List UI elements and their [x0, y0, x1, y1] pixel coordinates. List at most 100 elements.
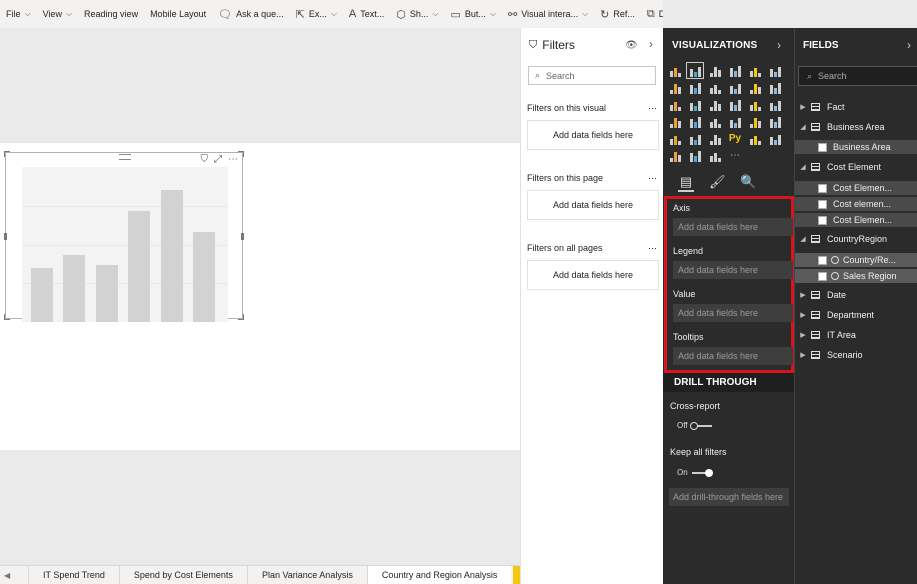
waterfall-icon[interactable]: [668, 98, 682, 111]
field-checkbox[interactable]: [818, 199, 827, 209]
toolbar-item-duplicate-this[interactable]: ⧉Duplicate this...: [641, 0, 663, 28]
collapsed-chevron-icon[interactable]: ▶: [797, 103, 809, 111]
field-well-drop-zone[interactable]: Add data fields here: [673, 261, 793, 279]
more-visuals-icon[interactable]: ⋯: [728, 149, 742, 162]
filled-map-icon[interactable]: [688, 115, 702, 128]
field-table-fact[interactable]: ▶ Fact: [795, 100, 917, 114]
filters-search-input[interactable]: ⌕ Search: [528, 66, 656, 85]
resize-handle-top-right[interactable]: [238, 151, 244, 157]
matrix-icon[interactable]: [708, 132, 722, 145]
chart-bar[interactable]: [128, 210, 151, 322]
scatter-icon[interactable]: [688, 98, 702, 111]
collapsed-chevron-icon[interactable]: ▶: [797, 351, 809, 359]
toolbar-item-ex[interactable]: ⇱ Ex... ⌵: [290, 0, 343, 28]
kpi-icon[interactable]: [768, 115, 782, 128]
tab-page-3[interactable]: Plan Variance Analysis: [246, 566, 367, 584]
chart-bar[interactable]: [30, 267, 53, 322]
globe-icon[interactable]: [688, 149, 702, 162]
field-item[interactable]: Cost Elemen...: [795, 181, 917, 195]
treemap-icon[interactable]: [768, 98, 782, 111]
filter-drop-zone[interactable]: Add data fields here: [527, 120, 659, 150]
multi-row-card-icon[interactable]: [748, 115, 762, 128]
clustered-bar-icon[interactable]: [708, 64, 722, 77]
keep-all-filters-toggle[interactable]: On: [677, 468, 713, 477]
toolbar-item-but[interactable]: ▭ But... ⌵: [444, 0, 502, 28]
report-page[interactable]: ⛉ ⤢ ⋯: [0, 143, 520, 450]
clustered-column-icon[interactable]: [728, 64, 742, 77]
slicer-icon[interactable]: [668, 132, 682, 145]
fields-search-input[interactable]: ⌕ Search: [798, 66, 917, 86]
column-chart-visual[interactable]: ⛉ ⤢ ⋯: [4, 151, 244, 322]
expanded-chevron-icon[interactable]: ◢: [797, 163, 809, 171]
power-apps-icon[interactable]: [708, 149, 722, 162]
expanded-chevron-icon[interactable]: ◢: [797, 123, 809, 131]
card-icon[interactable]: [728, 115, 742, 128]
stacked-area-icon[interactable]: [708, 81, 722, 94]
key-influencers-icon[interactable]: [748, 132, 762, 145]
field-table-countryregion[interactable]: ◢ CountryRegion: [795, 232, 917, 246]
field-checkbox[interactable]: [818, 255, 827, 265]
field-item[interactable]: Business Area: [795, 140, 917, 154]
collapse-filters-chevron-icon[interactable]: ›: [649, 37, 653, 51]
field-item[interactable]: Cost elemen...: [795, 197, 917, 211]
collapse-fields-chevron-icon[interactable]: ›: [907, 38, 911, 52]
area-chart-icon[interactable]: [688, 81, 702, 94]
donut-chart-icon[interactable]: [748, 98, 762, 111]
tab-page-4[interactable]: Country and Region Analysis: [366, 566, 512, 584]
line-chart-icon[interactable]: [668, 81, 682, 94]
decomposition-icon[interactable]: [668, 149, 682, 162]
field-checkbox[interactable]: [818, 271, 827, 281]
filter-drop-zone[interactable]: Add data fields here: [527, 260, 659, 290]
ribbon-chart-icon[interactable]: [768, 81, 782, 94]
field-table-business-area[interactable]: ◢ Business Area: [795, 120, 917, 134]
chart-bar[interactable]: [193, 231, 216, 322]
expanded-chevron-icon[interactable]: ◢: [797, 235, 809, 243]
field-item[interactable]: Country/Re...: [795, 253, 917, 267]
collapsed-chevron-icon[interactable]: ▶: [797, 331, 809, 339]
field-well-drop-zone[interactable]: Add data fields here: [673, 218, 793, 236]
stacked-column-icon[interactable]: [686, 62, 704, 79]
toolbar-item-ref[interactable]: ↻ Ref...: [594, 0, 641, 28]
arcgis-icon[interactable]: [768, 132, 782, 145]
resize-handle-top-left[interactable]: [4, 151, 10, 157]
field-table-it-area[interactable]: ▶ IT Area: [795, 328, 917, 342]
toolbar-item-ask-a-que[interactable]: 🗨 Ask a que...: [212, 0, 290, 28]
100-bar-icon[interactable]: [748, 64, 762, 77]
table-icon[interactable]: [688, 132, 702, 145]
collapse-visualizations-chevron-icon[interactable]: ›: [777, 38, 781, 52]
field-item[interactable]: Cost Elemen...: [795, 213, 917, 227]
chart-bar[interactable]: [63, 254, 86, 322]
drill-through-drop-zone[interactable]: Add drill-through fields here: [669, 488, 789, 506]
chart-bar[interactable]: [160, 190, 183, 322]
toolbar-item-text[interactable]: A Text...: [343, 0, 390, 28]
field-table-scenario[interactable]: ▶ Scenario: [795, 348, 917, 362]
toolbar-item-sh[interactable]: ⬡ Sh... ⌵: [390, 0, 444, 28]
tab-page-2[interactable]: Spend by Cost Elements: [118, 566, 247, 584]
field-checkbox[interactable]: [818, 142, 827, 152]
toolbar-item-visual-intera[interactable]: ⚯ Visual intera... ⌵: [502, 0, 594, 28]
resize-handle-right[interactable]: [241, 233, 244, 240]
focus-mode-icon[interactable]: ⤢: [214, 154, 222, 165]
scatter-dots-icon[interactable]: [708, 98, 722, 111]
toolbar-item-reading-view[interactable]: Reading view: [78, 0, 144, 28]
filter-icon[interactable]: ⛉: [201, 154, 209, 165]
toolbar-item-file[interactable]: File ⌵: [0, 0, 37, 28]
field-well-drop-zone[interactable]: Add data fields here: [673, 304, 793, 322]
report-canvas[interactable]: ⛉ ⤢ ⋯: [0, 28, 520, 565]
fields-tab-icon[interactable]: ▤: [678, 174, 694, 192]
line-column-icon[interactable]: [728, 81, 742, 94]
field-table-date[interactable]: ▶ Date: [795, 288, 917, 302]
chart-bar[interactable]: [95, 265, 118, 322]
resize-handle-left[interactable]: [4, 233, 7, 240]
eye-icon[interactable]: 👁: [625, 40, 638, 51]
field-table-cost-element[interactable]: ◢ Cost Element: [795, 160, 917, 174]
pie-chart-icon[interactable]: [728, 98, 742, 111]
collapsed-chevron-icon[interactable]: ▶: [797, 311, 809, 319]
line-stacked-icon[interactable]: [748, 81, 762, 94]
toolbar-item-view[interactable]: View ⌵: [37, 0, 78, 28]
field-checkbox[interactable]: [818, 215, 827, 225]
resize-handle-bottom-left[interactable]: [4, 314, 10, 320]
tab-scroll-left-icon[interactable]: ◀: [0, 566, 28, 584]
stacked-bar-icon[interactable]: [668, 64, 682, 77]
field-table-department[interactable]: ▶ Department: [795, 308, 917, 322]
